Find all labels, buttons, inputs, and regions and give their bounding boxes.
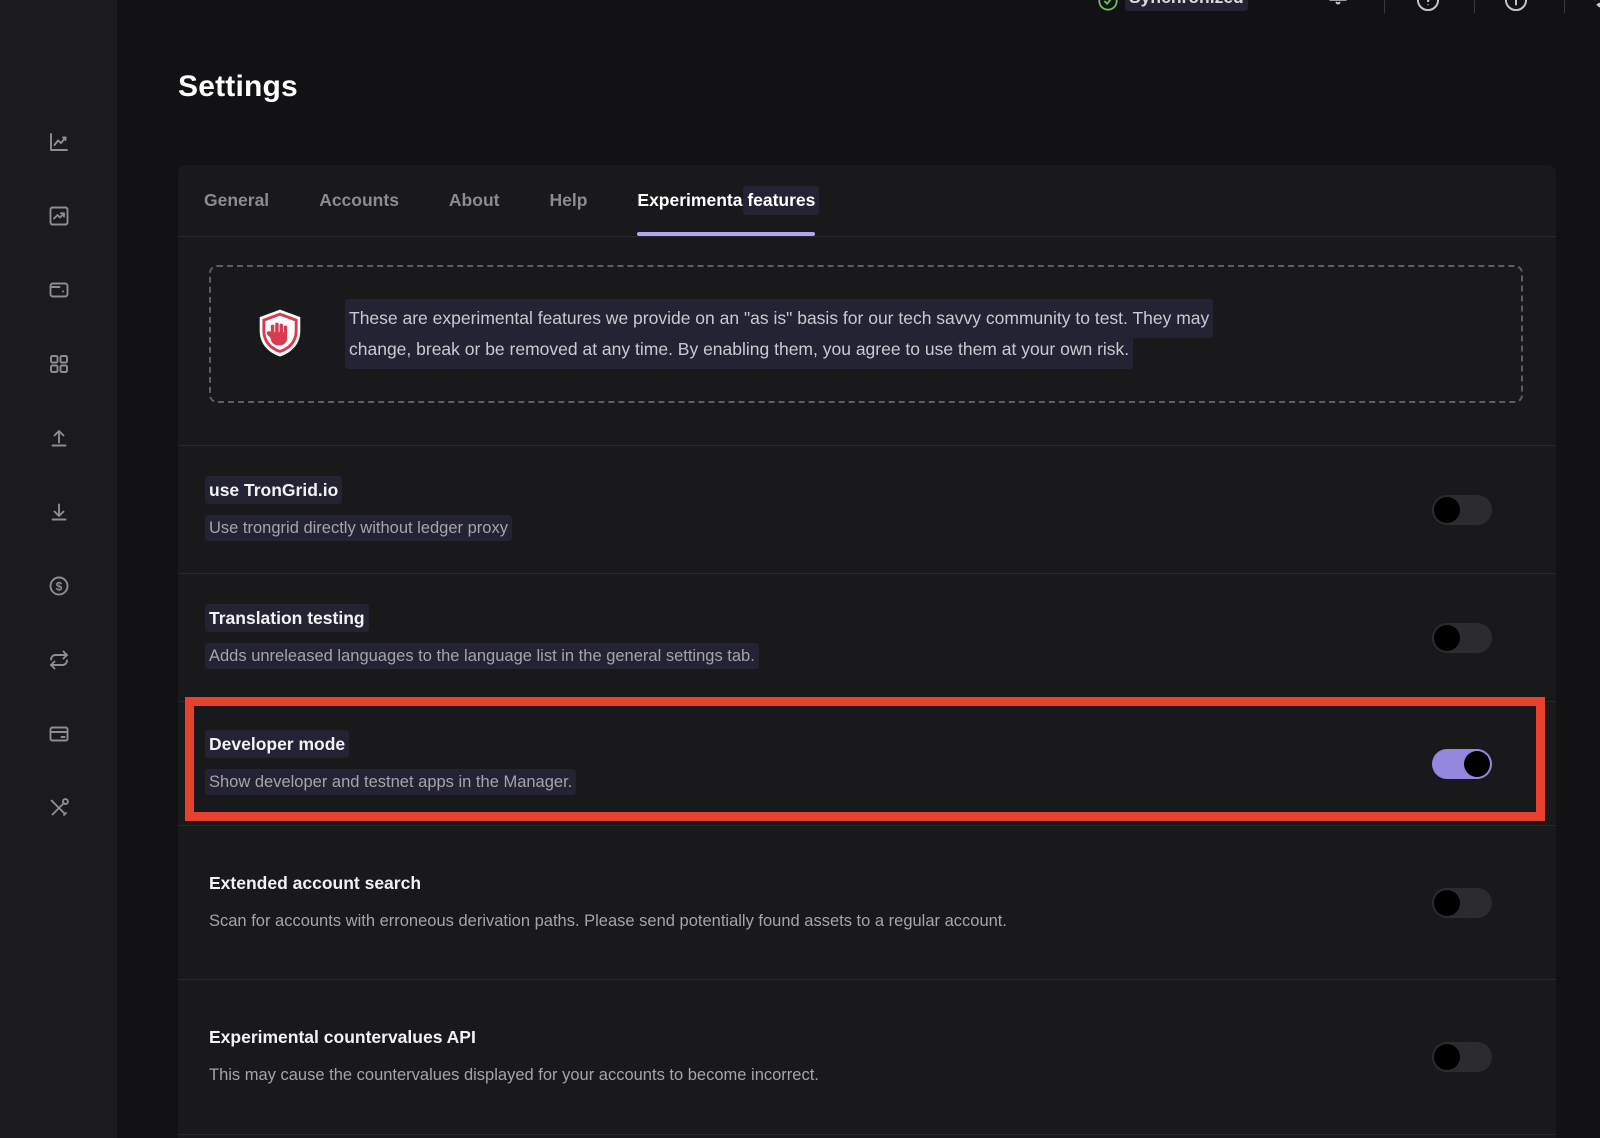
settings-tabbar: General Accounts About Help Experimental… (178, 165, 1556, 237)
setting-title: use TronGrid.io (209, 480, 338, 500)
disclaimer-line: change, break or be removed at any time.… (349, 334, 1129, 365)
toggle-knob (1434, 890, 1460, 916)
disclaimer-line: These are experimental features we provi… (349, 303, 1209, 334)
translation-testing-toggle[interactable] (1432, 623, 1492, 653)
tab-experimental-features[interactable]: Experimental features (637, 165, 815, 236)
wallet-icon (47, 278, 71, 302)
setting-description: Adds unreleased languages to the languag… (209, 647, 755, 665)
sync-check-icon (1097, 0, 1119, 12)
sidebar-item-buy-sell[interactable]: $ (47, 574, 71, 598)
toggle-knob (1464, 751, 1490, 777)
settings-panel: General Accounts About Help Experimental… (178, 165, 1556, 1138)
settings-rows: use TronGrid.io Use trongrid directly wi… (178, 445, 1556, 1135)
tab-about[interactable]: About (449, 165, 500, 236)
setting-title: Extended account search (209, 871, 421, 895)
portfolio-chart-icon (47, 130, 71, 154)
receive-arrow-down-icon (47, 500, 71, 524)
countervalues-api-toggle[interactable] (1432, 1042, 1492, 1072)
send-arrow-up-icon (47, 426, 71, 450)
tab-help[interactable]: Help (549, 165, 587, 236)
topbar-separator (1384, 0, 1385, 13)
apps-grid-icon (47, 352, 71, 376)
market-trend-icon (47, 204, 71, 228)
sidebar-item-accounts[interactable] (47, 278, 71, 302)
topbar: Synchronized (117, 0, 1600, 14)
toggle-knob (1434, 497, 1460, 523)
help-circle-icon[interactable] (1415, 0, 1441, 13)
swap-icon (47, 648, 71, 672)
sync-status-label: Synchronized (1129, 0, 1244, 7)
topbar-separator (1564, 0, 1565, 13)
setting-description: Scan for accounts with erroneous derivat… (209, 907, 1007, 935)
setting-row-developer-mode: Developer mode Show developer and testne… (178, 701, 1556, 825)
setting-title: Translation testing (209, 608, 365, 628)
sidebar: $ (0, 0, 117, 1138)
setting-description: Use trongrid directly without ledger pro… (209, 519, 508, 537)
developer-mode-toggle[interactable] (1432, 749, 1492, 779)
svg-text:$: $ (55, 579, 62, 593)
bell-icon[interactable] (1325, 0, 1351, 10)
setting-title: Experimental countervalues API (209, 1025, 476, 1049)
trongrid-toggle[interactable] (1432, 495, 1492, 525)
setting-row-translation-testing: Translation testing Adds unreleased lang… (178, 573, 1556, 701)
sidebar-item-receive[interactable] (47, 500, 71, 524)
toggle-knob (1434, 625, 1460, 651)
sidebar-item-market[interactable] (47, 204, 71, 228)
setting-description: This may cause the countervalues display… (209, 1061, 819, 1089)
setting-row-trongrid: use TronGrid.io Use trongrid directly wi… (178, 445, 1556, 573)
buy-sell-dollar-icon: $ (47, 574, 71, 598)
sidebar-item-portfolio[interactable] (47, 130, 71, 154)
setting-row-extended-account-search: Extended account search Scan for account… (178, 825, 1556, 979)
tab-general[interactable]: General (204, 165, 269, 236)
experimental-disclaimer: These are experimental features we provi… (209, 265, 1523, 403)
card-icon (47, 722, 71, 746)
setting-row-countervalues-api: Experimental countervalues API This may … (178, 979, 1556, 1135)
gear-icon[interactable] (1591, 0, 1600, 12)
experimental-tools-icon (47, 796, 71, 820)
setting-title: Developer mode (209, 734, 345, 754)
sidebar-item-send[interactable] (47, 426, 71, 450)
setting-description: Show developer and testnet apps in the M… (209, 773, 572, 791)
info-circle-icon[interactable] (1503, 0, 1529, 13)
sidebar-item-swap[interactable] (47, 648, 71, 672)
toggle-knob (1434, 1044, 1460, 1070)
extended-account-search-toggle[interactable] (1432, 888, 1492, 918)
tab-accounts[interactable]: Accounts (319, 165, 399, 236)
page-title: Settings (178, 70, 298, 104)
sidebar-item-card[interactable] (47, 722, 71, 746)
shield-hand-icon (251, 305, 309, 363)
sidebar-item-experimental[interactable] (47, 796, 71, 820)
sidebar-item-discover[interactable] (47, 352, 71, 376)
topbar-separator (1474, 0, 1475, 13)
